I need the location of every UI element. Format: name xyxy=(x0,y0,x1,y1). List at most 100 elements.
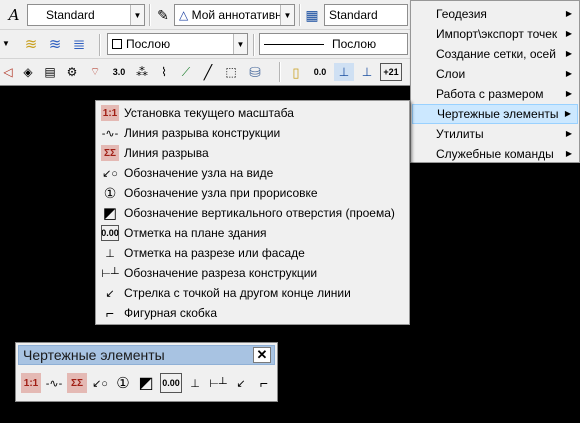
menu-item-layers[interactable]: Слои ▶ xyxy=(412,64,578,84)
submenu-item-label: Отметка на плане здания xyxy=(124,226,267,240)
submenu-item-section-mark[interactable]: ⊥ Отметка на разрезе или фасаде xyxy=(98,243,407,263)
submenu-arrow-icon: ▶ xyxy=(565,129,572,138)
spline-icon[interactable]: ⟋ xyxy=(176,63,196,81)
break-icon: ΣΣ xyxy=(101,145,119,161)
layer-match-icon[interactable]: ≣ xyxy=(68,34,90,54)
menu-item-grid[interactable]: Создание сетки, осей ▶ xyxy=(412,44,578,64)
chevron-down-icon: ▼ xyxy=(280,5,294,25)
node-draw-icon[interactable]: ① xyxy=(113,373,133,393)
submenu-item-section-cut[interactable]: ⊢┴ Обозначение разреза конструкции xyxy=(98,263,407,283)
submenu-arrow-icon: ▶ xyxy=(565,149,572,158)
drawing-elements-submenu: 1:1 Установка текущего масштаба -∿- Лини… xyxy=(95,100,410,325)
floating-toolbar: Чертежные элементы ✕ 1:1 -∿- ΣΣ ↙○ ① ◩ 0… xyxy=(15,342,278,402)
submenu-arrow-icon: ▶ xyxy=(565,49,572,58)
plan-mark-icon[interactable]: 0.00 xyxy=(160,373,182,393)
menu-item-label: Слои xyxy=(436,67,466,81)
submenu-item-label: Обозначение узла при прорисовке xyxy=(124,186,318,200)
region-icon[interactable]: ⬚ xyxy=(220,63,242,81)
plus-button[interactable]: +21 xyxy=(380,63,402,81)
menu-item-label: Работа с размером xyxy=(436,87,544,101)
text-style-select[interactable]: Standard ▼ xyxy=(27,4,145,26)
floating-toolbar-titlebar[interactable]: Чертежные элементы ✕ xyxy=(18,345,275,365)
opening-icon: ◩ xyxy=(102,205,118,222)
submenu-item-break[interactable]: ΣΣ Линия разрыва xyxy=(98,143,407,163)
menu-item-geodesy[interactable]: Геодезия ▶ xyxy=(412,4,578,24)
linetype-sample-icon xyxy=(264,43,324,45)
section-cut-icon: ⊢┴ xyxy=(101,267,119,280)
brace-icon: ⌐ xyxy=(105,305,115,321)
submenu-arrow-icon: ▶ xyxy=(564,109,571,118)
chevron-down-icon: ▼ xyxy=(233,34,247,54)
color-swatch-icon xyxy=(112,39,122,49)
menu-item-service[interactable]: Служебные команды ▶ xyxy=(412,144,578,164)
submenu-item-node-draw[interactable]: ① Обозначение узла при прорисовке xyxy=(98,183,407,203)
table-style-select[interactable]: Standard xyxy=(324,4,408,26)
close-icon[interactable]: ✕ xyxy=(253,347,271,363)
main-menu: Геодезия ▶ Импорт\экспорт точек ▶ Создание… xyxy=(410,0,580,163)
submenu-item-label: Отметка на разрезе или фасаде xyxy=(124,246,305,260)
section-mark-icon: ⊥ xyxy=(105,247,115,260)
arrow-dot-icon[interactable]: ↙ xyxy=(231,373,251,393)
submenu-item-node-view[interactable]: ↙○ Обозначение узла на виде xyxy=(98,163,407,183)
scale-icon[interactable]: 1:1 xyxy=(21,373,41,393)
submenu-item-plan-mark[interactable]: 0.00 Отметка на плане здания xyxy=(98,223,407,243)
level-update-icon[interactable]: ⊥ xyxy=(356,63,378,81)
rotate-icon[interactable]: ◁ xyxy=(0,63,16,81)
block-icon[interactable]: ⚙ xyxy=(62,63,82,81)
table-style-icon[interactable]: ▦ xyxy=(302,5,322,25)
annotative-marker-icon: △ xyxy=(179,8,192,22)
table-style-value: Standard xyxy=(329,8,378,22)
menu-item-label: Чертежные элементы xyxy=(437,107,559,121)
submenu-item-label: Линия разрыва xyxy=(124,146,209,160)
annotative-select[interactable]: △ Мой аннотативн ▼ xyxy=(174,4,295,26)
submenu-item-scale[interactable]: 1:1 Установка текущего масштаба xyxy=(98,103,407,123)
separator xyxy=(299,4,301,26)
separator xyxy=(253,34,255,56)
submenu-item-brace[interactable]: ⌐ Фигурная скобка xyxy=(98,303,407,323)
menu-item-drawing-elements[interactable]: Чертежные элементы ▶ xyxy=(412,104,578,124)
hatch-icon[interactable]: ⌔ xyxy=(84,63,106,81)
menu-item-dimension[interactable]: Работа с размером ▶ xyxy=(412,84,578,104)
break-line-icon[interactable]: -∿- xyxy=(44,373,64,393)
layer-states-icon[interactable]: ≋ xyxy=(20,34,42,54)
brace-icon[interactable]: ⌐ xyxy=(254,373,274,393)
submenu-item-opening[interactable]: ◩ Обозначение вертикального отверстия (п… xyxy=(98,203,407,223)
layer-previous-icon[interactable]: ≋ xyxy=(44,34,66,54)
color-select[interactable]: Послою ▼ xyxy=(107,33,248,55)
annotative-value: Мой аннотативн xyxy=(191,8,282,22)
explode-icon[interactable]: ⁂ xyxy=(132,63,152,81)
color-value: Послою xyxy=(126,37,171,51)
opening-icon[interactable]: ◩ xyxy=(136,373,156,393)
stretch-icon[interactable]: ▤ xyxy=(40,63,60,81)
submenu-item-break-line[interactable]: -∿- Линия разрыва конструкции xyxy=(98,123,407,143)
break-icon[interactable]: ΣΣ xyxy=(67,373,87,393)
submenu-item-label: Обозначение вертикального отверстия (про… xyxy=(124,206,395,220)
submenu-item-arrow-dot[interactable]: ↙ Стрелка с точкой на другом конце линии xyxy=(98,283,407,303)
database-icon[interactable]: ⛁ xyxy=(244,63,266,81)
node-view-icon: ↙○ xyxy=(102,167,118,180)
menu-item-label: Создание сетки, осей xyxy=(436,47,556,61)
note-icon[interactable]: ▯ xyxy=(287,63,305,81)
array-icon[interactable]: ◈ xyxy=(18,63,38,81)
section-mark-icon[interactable]: ⊥ xyxy=(185,373,205,393)
section-cut-icon[interactable]: ⊢┴ xyxy=(208,373,228,393)
node-draw-icon: ① xyxy=(103,184,117,201)
submenu-item-label: Установка текущего масштаба xyxy=(124,106,294,120)
dim-style-icon[interactable]: ✎ xyxy=(153,5,173,25)
submenu-item-label: Стрелка с точкой на другом конце линии xyxy=(124,286,351,300)
linetype-select[interactable]: Послою xyxy=(259,33,408,55)
level-mark-icon[interactable]: ⊥ xyxy=(334,63,354,81)
chevron-down-icon[interactable]: ▼ xyxy=(0,35,12,53)
line-icon[interactable]: ╱ xyxy=(198,63,218,81)
chevron-down-icon: ▼ xyxy=(130,5,144,25)
node-view-icon[interactable]: ↙○ xyxy=(90,373,110,393)
menu-item-import-export[interactable]: Импорт\экспорт точек ▶ xyxy=(412,24,578,44)
text-style-icon[interactable]: A xyxy=(4,5,24,25)
break-line-icon: -∿- xyxy=(101,127,119,140)
polyline-icon[interactable]: ⌇ xyxy=(154,63,174,81)
menu-item-utilities[interactable]: Утилиты ▶ xyxy=(412,124,578,144)
text-height-icon[interactable]: 3.0 xyxy=(108,63,130,81)
submenu-arrow-icon: ▶ xyxy=(565,69,572,78)
separator xyxy=(279,62,281,82)
zero-mark-button[interactable]: 0.0 xyxy=(309,63,331,81)
